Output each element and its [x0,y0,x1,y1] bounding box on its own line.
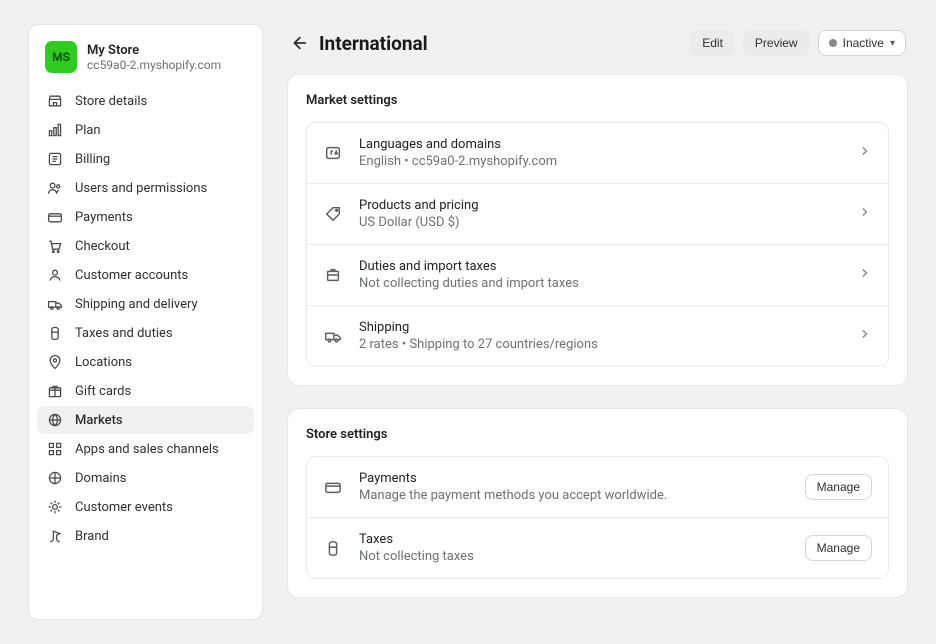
sidebar-item-apps-and-sales-channels[interactable]: Apps and sales channels [37,435,254,463]
tag-icon [323,204,343,224]
market-settings-list: Languages and domains English • cc59a0-2.… [306,122,889,367]
sidebar-item-label: Billing [75,152,110,167]
sidebar-item-customer-accounts[interactable]: Customer accounts [37,261,254,289]
setting-row-title: Taxes [359,532,789,547]
sidebar-item-label: Shipping and delivery [75,297,198,312]
sidebar-item-plan[interactable]: Plan [37,116,254,144]
store-setting-row: Taxes Not collecting taxes Manage [307,518,888,578]
checkout-icon [47,238,63,254]
setting-row-title: Products and pricing [359,198,842,213]
market-setting-row[interactable]: Duties and import taxes Not collecting du… [307,245,888,306]
sidebar-item-label: Payments [75,210,133,225]
manage-button[interactable]: Manage [805,535,872,561]
chevron-right-icon [858,144,872,162]
brand-icon [47,528,63,544]
market-setting-row[interactable]: Languages and domains English • cc59a0-2.… [307,123,888,184]
users-icon [47,180,63,196]
sidebar-item-label: Store details [75,94,147,109]
setting-row-sub: US Dollar (USD $) [359,215,842,230]
sidebar-item-label: Users and permissions [75,181,207,196]
payments-icon [323,477,343,497]
sidebar-item-label: Checkout [75,239,130,254]
sidebar-item-label: Taxes and duties [75,326,173,341]
main-content: International Edit Preview Inactive ▾ Ma… [287,24,908,620]
setting-row-title: Duties and import taxes [359,259,842,274]
duties-icon [323,265,343,285]
sidebar-item-markets[interactable]: Markets [37,406,254,434]
domains-icon [47,470,63,486]
store-settings-title: Store settings [306,427,889,442]
manage-button[interactable]: Manage [805,474,872,500]
chevron-right-icon [858,205,872,223]
edit-button[interactable]: Edit [690,30,735,56]
sidebar-item-label: Customer events [75,500,173,515]
back-button[interactable] [289,34,307,52]
setting-row-sub: Not collecting duties and import taxes [359,276,842,291]
apps-icon [47,441,63,457]
customer-icon [47,267,63,283]
sidebar-item-customer-events[interactable]: Customer events [37,493,254,521]
sidebar-item-checkout[interactable]: Checkout [37,232,254,260]
taxes-icon [323,538,343,558]
preview-button[interactable]: Preview [743,30,810,56]
setting-row-title: Languages and domains [359,137,842,152]
sidebar-item-locations[interactable]: Locations [37,348,254,376]
sidebar-item-taxes-and-duties[interactable]: Taxes and duties [37,319,254,347]
setting-row-sub: 2 rates • Shipping to 27 countries/regio… [359,337,842,352]
settings-sidebar: MS My Store cc59a0-2.myshopify.com Store… [28,24,263,620]
sidebar-item-label: Domains [75,471,126,486]
market-settings-title: Market settings [306,93,889,108]
plan-icon [47,122,63,138]
page-header: International Edit Preview Inactive ▾ [287,24,908,74]
store-settings-card: Store settings Payments Manage the paymen… [287,408,908,598]
giftcard-icon [47,383,63,399]
page-title: International [319,32,428,55]
store-setting-row: Payments Manage the payment methods you a… [307,457,888,518]
setting-row-sub: Manage the payment methods you accept wo… [359,488,789,503]
chevron-down-icon: ▾ [890,38,895,49]
sidebar-item-store-details[interactable]: Store details [37,87,254,115]
language-icon [323,143,343,163]
sidebar-item-shipping-and-delivery[interactable]: Shipping and delivery [37,290,254,318]
status-dot-icon [829,39,837,47]
sidebar-item-domains[interactable]: Domains [37,464,254,492]
sidebar-item-gift-cards[interactable]: Gift cards [37,377,254,405]
store-domain: cc59a0-2.myshopify.com [87,58,221,72]
setting-row-sub: Not collecting taxes [359,549,789,564]
sidebar-item-label: Customer accounts [75,268,188,283]
sidebar-item-brand[interactable]: Brand [37,522,254,550]
shipping-icon [47,296,63,312]
market-setting-row[interactable]: Shipping 2 rates • Shipping to 27 countri… [307,306,888,366]
setting-row-sub: English • cc59a0-2.myshopify.com [359,154,842,169]
setting-row-title: Payments [359,471,789,486]
sidebar-item-label: Apps and sales channels [75,442,219,457]
store-header: MS My Store cc59a0-2.myshopify.com [37,37,254,87]
market-settings-card: Market settings Languages and domains Eng… [287,74,908,386]
sidebar-item-label: Locations [75,355,132,370]
setting-row-title: Shipping [359,320,842,335]
sidebar-item-label: Markets [75,413,123,428]
billing-icon [47,151,63,167]
sidebar-item-label: Brand [75,529,109,544]
payments-icon [47,209,63,225]
markets-icon [47,412,63,428]
events-icon [47,499,63,515]
store-name: My Store [87,43,221,58]
store-avatar: MS [45,41,77,73]
status-label: Inactive [843,36,884,50]
chevron-right-icon [858,327,872,345]
chevron-right-icon [858,266,872,284]
taxes-icon [47,325,63,341]
settings-nav: Store details Plan Billing Users and permis… [37,87,254,550]
status-dropdown[interactable]: Inactive ▾ [818,30,906,56]
location-icon [47,354,63,370]
truck-icon [323,326,343,346]
sidebar-item-billing[interactable]: Billing [37,145,254,173]
sidebar-item-label: Gift cards [75,384,131,399]
sidebar-item-label: Plan [75,123,101,138]
sidebar-item-users-and-permissions[interactable]: Users and permissions [37,174,254,202]
sidebar-item-payments[interactable]: Payments [37,203,254,231]
market-setting-row[interactable]: Products and pricing US Dollar (USD $) [307,184,888,245]
storefront-icon [47,93,63,109]
